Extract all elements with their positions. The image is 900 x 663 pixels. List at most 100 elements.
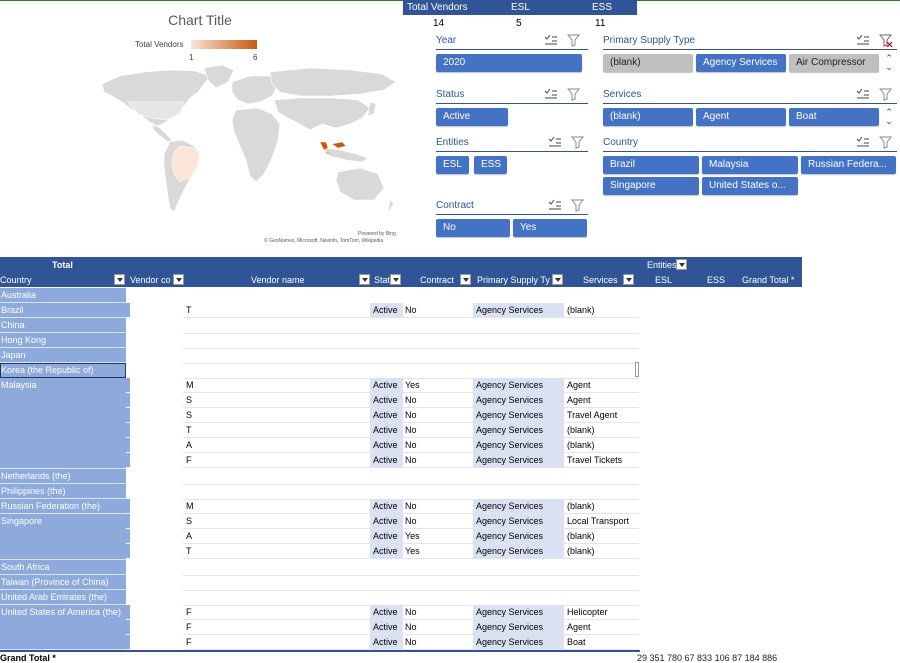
table-row[interactable]: M Active No Agency Services (blank) <box>0 499 640 514</box>
slicer-item-ess[interactable]: ESS <box>474 156 507 174</box>
col-contract: Contract <box>420 275 455 285</box>
slicer-item-brazil[interactable]: Brazil <box>603 156 699 174</box>
country-row[interactable]: Japan <box>0 348 126 363</box>
slicer-item-blank[interactable]: (blank) <box>603 108 693 126</box>
country-row[interactable]: Australia <box>0 288 126 303</box>
clear-filter-icon[interactable] <box>879 136 893 149</box>
slicer-scroll-arrows[interactable]: ⌃ ⌄ <box>881 108 897 128</box>
services-cell: Helicopter <box>567 607 608 617</box>
clear-filter-icon[interactable] <box>567 34 581 47</box>
slicer-item-blank[interactable]: (blank) <box>603 54 693 72</box>
slicer-item-malaysia[interactable]: Malaysia <box>702 156 798 174</box>
vendor-code-cell <box>126 423 130 437</box>
primary-supply-type-filter-dropdown[interactable] <box>552 274 563 285</box>
slicer-header: Year <box>436 33 588 50</box>
country-row[interactable]: China <box>0 318 126 333</box>
slicer-item-air-compressor[interactable]: Air Compressor <box>789 54 879 72</box>
slicer-scroll-arrows[interactable]: ⌃ ⌄ <box>881 54 897 74</box>
slicer-item-boat[interactable]: Boat <box>789 108 879 126</box>
multi-select-icon[interactable] <box>544 34 558 47</box>
country-row[interactable]: United Arab Emirates (the) <box>0 590 126 605</box>
vendor-name-filter-dropdown[interactable] <box>359 274 370 285</box>
vendor-code-cell <box>126 408 130 422</box>
table-row[interactable]: F Active No Agency Services Boat <box>0 635 640 650</box>
clear-filter-icon[interactable] <box>567 88 581 101</box>
country-filter-dropdown[interactable] <box>114 274 125 285</box>
clear-filter-active-icon[interactable] <box>879 34 893 47</box>
slicer-item-agent[interactable]: Agent <box>696 108 786 126</box>
table-row[interactable]: F Active No Agency Services Travel Tickets <box>0 453 640 468</box>
slicer-header: Status <box>436 87 588 104</box>
clear-filter-icon[interactable] <box>571 199 585 212</box>
slicer-item-russian-federation[interactable]: Russian Federa... <box>801 156 896 174</box>
multi-select-icon[interactable] <box>856 136 870 149</box>
country-row[interactable]: Taiwan (Province of China) <box>0 575 126 590</box>
slicer-country: Country Brazil Malaysia Russian Federa..… <box>603 135 897 197</box>
multi-select-icon[interactable] <box>548 199 562 212</box>
table-row[interactable]: T Active No Agency Services (blank) <box>0 303 640 318</box>
bing-attribution: Powered by Bing <box>358 231 396 237</box>
gridline <box>183 558 639 559</box>
table-row[interactable]: A Active No Agency Services (blank) <box>0 438 640 453</box>
table-row[interactable]: A Active Yes Agency Services (blank) <box>0 529 640 544</box>
slicer-title: Entities <box>436 137 469 148</box>
vendor-name-cell: T <box>186 425 192 435</box>
table-row[interactable]: S Active No Agency Services Local Transport <box>0 514 640 529</box>
clear-filter-icon[interactable] <box>879 88 893 101</box>
map-africa <box>231 107 281 183</box>
status-cell: Active <box>373 395 398 405</box>
country-row[interactable]: Philippines (the) <box>0 484 126 499</box>
clear-filter-icon[interactable] <box>571 136 585 149</box>
slicer-item-united-states[interactable]: United States o... <box>702 177 798 195</box>
slicer-item-no[interactable]: No <box>436 219 510 237</box>
gridline <box>183 467 639 468</box>
multi-select-icon[interactable] <box>544 88 558 101</box>
slicer-services: Services (blank) Agent Boat ⌃ ⌄ <box>603 87 897 129</box>
contract-cell: No <box>405 622 417 632</box>
primary-supply-type-cell: Agency Services <box>476 305 544 315</box>
table-row[interactable]: S Active No Agency Services Travel Agent <box>0 408 640 423</box>
contract-cell: No <box>405 637 417 647</box>
scroll-thumb[interactable] <box>635 362 639 377</box>
slicer-item-agency-services[interactable]: Agency Services <box>696 54 786 72</box>
country-row[interactable]: Hong Kong <box>0 333 126 348</box>
multi-select-icon[interactable] <box>548 136 562 149</box>
services-cell: (blank) <box>567 501 595 511</box>
services-filter-dropdown[interactable] <box>623 274 634 285</box>
slicer-item-active[interactable]: Active <box>436 108 508 126</box>
table-row[interactable]: S Active No Agency Services Agent <box>0 393 640 408</box>
table-row[interactable]: F Active No Agency Services Agent <box>0 620 640 635</box>
kpi-ess-count: 11 <box>595 18 606 29</box>
contract-filter-dropdown[interactable] <box>460 274 471 285</box>
vendor-code-cell <box>126 514 130 528</box>
country-row[interactable]: Netherlands (the) <box>0 469 126 484</box>
slicer-item-esl[interactable]: ESL <box>436 156 469 174</box>
slicer-item-singapore[interactable]: Singapore <box>603 177 699 195</box>
multi-select-icon[interactable] <box>856 34 870 47</box>
entities-filter-dropdown[interactable] <box>676 259 687 270</box>
slicer-year: Year 2020 <box>436 33 588 75</box>
kpi-total-vendors: 14 <box>433 18 445 29</box>
contract-cell: Yes <box>405 531 420 541</box>
gridline <box>183 317 639 318</box>
status-filter-dropdown[interactable] <box>390 274 401 285</box>
vendor-name-cell: T <box>186 546 192 556</box>
col-status: Stat <box>374 275 391 285</box>
vendor-code-cell <box>126 438 130 452</box>
table-row[interactable]: T Active No Agency Services (blank) <box>0 423 640 438</box>
country-row[interactable]: South Africa <box>0 560 126 575</box>
multi-select-icon[interactable] <box>856 88 870 101</box>
map-chart[interactable]: Chart Title Total Vendors 1 6 Powered by… <box>0 0 400 252</box>
table-row[interactable]: M Active Yes Agency Services Agent <box>0 378 640 393</box>
services-cell: Travel Agent <box>567 410 618 420</box>
contract-cell: No <box>405 607 417 617</box>
country-row-selected[interactable]: Korea (the Republic of) <box>0 363 126 378</box>
map-asia <box>273 97 371 131</box>
vendor-code-filter-dropdown[interactable] <box>173 274 184 285</box>
slicer-item-yes[interactable]: Yes <box>513 219 587 237</box>
table-row[interactable]: F Active No Agency Services Helicopter <box>0 605 640 620</box>
slicer-item-2020[interactable]: 2020 <box>436 54 582 72</box>
kpi-header-ess: ESS <box>592 2 613 13</box>
slicer-title: Contract <box>436 200 474 211</box>
table-row[interactable]: T Active Yes Agency Services (blank) <box>0 544 640 559</box>
